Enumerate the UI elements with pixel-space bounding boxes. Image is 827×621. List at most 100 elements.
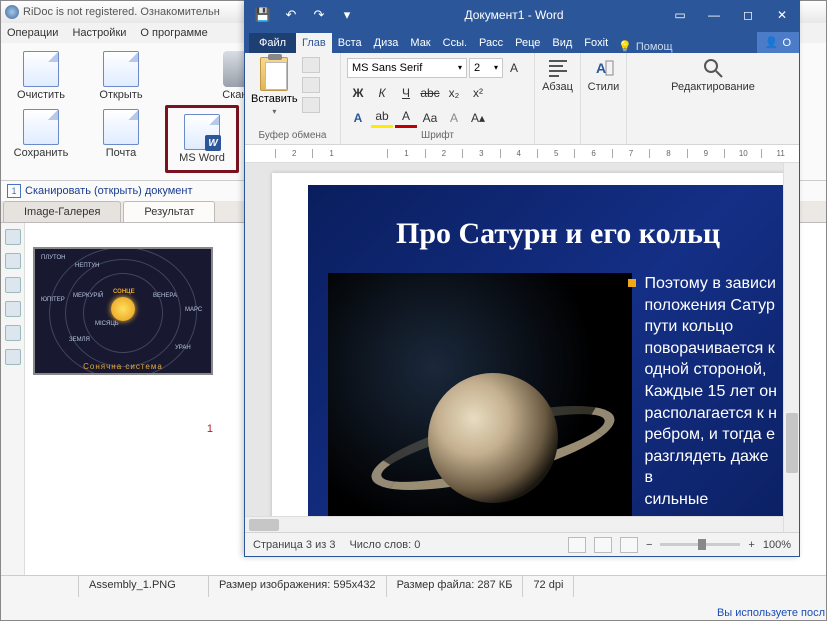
tool-3[interactable] (5, 277, 21, 293)
text-effects-button[interactable]: A (347, 108, 369, 128)
highlight-button[interactable]: ab (371, 108, 393, 128)
web-layout-button[interactable] (620, 537, 638, 553)
styles-button[interactable]: A Стили (587, 57, 620, 93)
clipboard-icon (260, 57, 288, 91)
grow-font-button[interactable]: A▴ (467, 108, 489, 128)
format-painter-button[interactable] (302, 97, 320, 113)
scroll-thumb[interactable] (786, 413, 798, 473)
gallery-toolstrip (1, 223, 25, 575)
qat-customize-icon[interactable]: ▾ (335, 3, 359, 27)
lightbulb-icon: 💡 (618, 40, 632, 53)
font-group-label: Шрифт (347, 128, 528, 144)
zoom-out-button[interactable]: − (646, 539, 652, 551)
tab-foxit[interactable]: Foxit (578, 33, 614, 53)
find-icon (702, 57, 724, 79)
save-label: Сохранить (14, 147, 69, 159)
minimize-button[interactable]: — (697, 1, 731, 29)
qat-undo-button[interactable]: ↶ (279, 3, 303, 27)
zoom-knob[interactable] (698, 539, 706, 550)
paste-button[interactable]: Вставить ▾ (251, 57, 298, 116)
editing-button[interactable]: Редактирование (633, 57, 793, 93)
status-dpi: 72 dpi (523, 576, 574, 597)
horizontal-ruler[interactable]: 211234567891011 (245, 145, 799, 163)
font-size-selector[interactable]: 2▾ (469, 58, 503, 78)
open-label: Открыть (99, 89, 142, 101)
page-indicator[interactable]: Страница 3 из 3 (253, 539, 335, 551)
tool-6[interactable] (5, 349, 21, 365)
mail-button[interactable]: Почта (85, 105, 157, 173)
trial-notice[interactable]: Вы используете посл (717, 607, 825, 619)
underline-button[interactable]: Ч (395, 83, 417, 103)
scroll-thumb[interactable] (249, 519, 279, 531)
editing-label: Редактирование (671, 81, 755, 93)
tool-4[interactable] (5, 301, 21, 317)
qat-save-button[interactable]: 💾 (251, 3, 275, 27)
change-case-button[interactable]: Aa (419, 108, 441, 128)
strike-button[interactable]: abc (419, 83, 441, 103)
maximize-button[interactable]: ◻ (731, 1, 765, 29)
save-button[interactable]: Сохранить (5, 105, 77, 173)
ribbon-display-icon[interactable]: ▭ (663, 1, 697, 29)
subscript-button[interactable]: x₂ (443, 83, 465, 103)
share-button[interactable]: 👤О (757, 32, 799, 53)
quick-access-toolbar: 💾 ↶ ↷ ▾ (245, 3, 365, 27)
msword-button[interactable]: WMS Word (170, 110, 234, 168)
tab-result[interactable]: Результат (123, 201, 215, 222)
thumbnail-image[interactable]: Плутон Нептун Юпітер Меркурій Сонце Вене… (33, 247, 213, 375)
superscript-button[interactable]: x² (467, 83, 489, 103)
paragraph-icon (547, 57, 569, 79)
tool-1[interactable] (5, 229, 21, 245)
print-layout-button[interactable] (594, 537, 612, 553)
msword-highlight: WMS Word (165, 105, 239, 173)
copy-button[interactable] (302, 77, 320, 93)
tab-design[interactable]: Диза (368, 33, 405, 53)
paragraph-button[interactable]: Абзац (541, 57, 574, 93)
zoom-in-button[interactable]: + (748, 539, 754, 551)
status-filesize: Размер файла: 287 КБ (387, 576, 524, 597)
tab-image-gallery[interactable]: Image-Галерея (3, 201, 121, 222)
bold-button[interactable]: Ж (347, 83, 369, 103)
window-controls: ▭ — ◻ ✕ (663, 1, 799, 29)
tab-review[interactable]: Реце (509, 33, 546, 53)
vertical-scrollbar[interactable] (783, 163, 799, 532)
font-color-button[interactable]: A (395, 108, 417, 128)
zoom-slider[interactable] (660, 543, 740, 546)
tab-view[interactable]: Вид (546, 33, 578, 53)
paste-label: Вставить (251, 93, 298, 105)
document-open-icon (103, 51, 139, 87)
document-save-icon (23, 109, 59, 145)
ridoc-app-icon (5, 5, 19, 19)
document-area[interactable]: Про Сатурн и его кольц Поэтому в зависи … (245, 163, 799, 532)
menu-about[interactable]: О программе (140, 27, 207, 39)
open-button[interactable]: Открыть (85, 47, 157, 105)
ridoc-title-text: RiDoc is not registered. Ознакомительн (23, 6, 220, 18)
increase-font-icon[interactable]: A (505, 58, 523, 78)
label-venus: Венера (153, 293, 177, 299)
horizontal-scrollbar[interactable] (245, 516, 783, 532)
cut-button[interactable] (302, 57, 320, 73)
label-mars: Марс (185, 307, 202, 313)
tool-2[interactable] (5, 253, 21, 269)
font-name-value: MS Sans Serif (352, 62, 422, 74)
menu-settings[interactable]: Настройки (72, 27, 126, 39)
tool-5[interactable] (5, 325, 21, 341)
tab-home[interactable]: Глав (296, 33, 332, 53)
read-mode-button[interactable] (568, 537, 586, 553)
zoom-level[interactable]: 100% (763, 539, 791, 551)
word-count[interactable]: Число слов: 0 (349, 539, 420, 551)
tab-references[interactable]: Ссы. (437, 33, 473, 53)
word-titlebar[interactable]: 💾 ↶ ↷ ▾ Документ1 - Word ▭ — ◻ ✕ (245, 1, 799, 29)
tab-file[interactable]: Файл (249, 33, 296, 53)
tab-layout[interactable]: Мак (404, 33, 436, 53)
clear-formatting-button[interactable]: A (443, 108, 465, 128)
tab-mailings[interactable]: Расс (473, 33, 509, 53)
font-name-selector[interactable]: MS Sans Serif▾ (347, 58, 467, 78)
clear-button[interactable]: Очистить (5, 47, 77, 105)
close-button[interactable]: ✕ (765, 1, 799, 29)
qat-redo-button[interactable]: ↷ (307, 3, 331, 27)
tell-me-search[interactable]: 💡Помощ (618, 40, 672, 53)
menu-operations[interactable]: Операции (7, 27, 58, 39)
status-filename: Assembly_1.PNG (79, 576, 209, 597)
italic-button[interactable]: К (371, 83, 393, 103)
tab-insert[interactable]: Вста (332, 33, 368, 53)
